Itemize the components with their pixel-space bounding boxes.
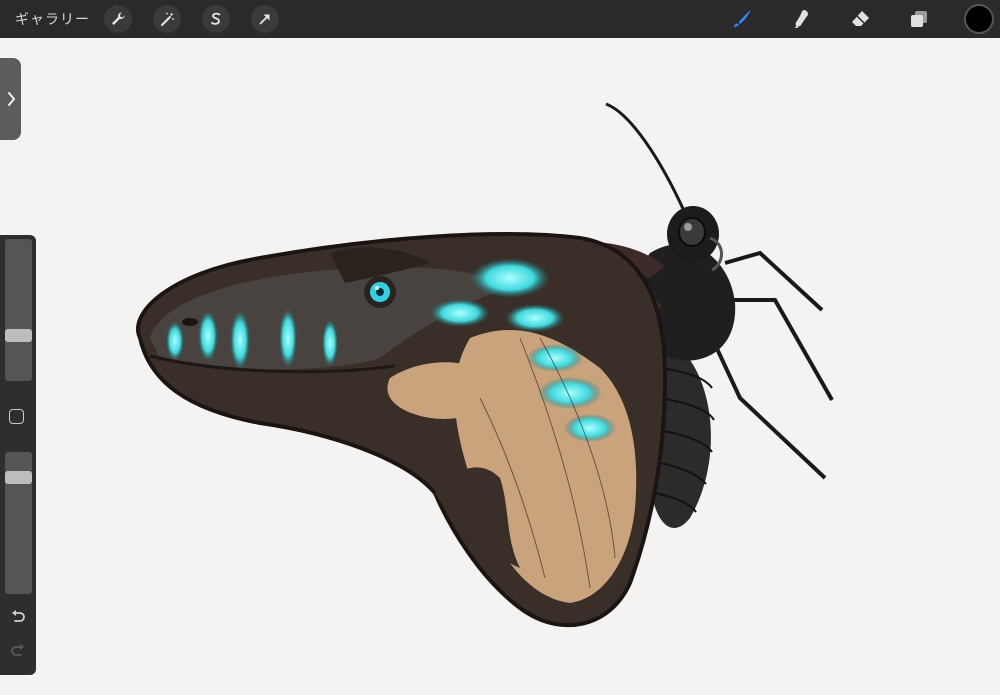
undo-icon <box>12 610 25 622</box>
redo-button[interactable] <box>6 641 30 661</box>
wrench-icon <box>112 12 125 25</box>
redo-icon <box>11 644 24 656</box>
layers-tool-button[interactable] <box>904 4 934 34</box>
transform-arrow-icon <box>259 14 270 25</box>
eraser-icon <box>852 11 869 26</box>
opacity-slider[interactable] <box>5 452 32 594</box>
brush-size-thumb[interactable] <box>5 329 32 343</box>
nostril <box>182 318 198 326</box>
selection-button[interactable] <box>202 5 230 33</box>
brush-size-slider[interactable] <box>5 239 32 381</box>
color-picker-button[interactable] <box>966 6 992 32</box>
adjustments-button[interactable] <box>153 5 181 33</box>
antenna <box>605 102 687 214</box>
eraser-tool-button[interactable] <box>845 4 875 34</box>
opacity-thumb[interactable] <box>5 471 32 485</box>
brush-icon <box>734 10 751 28</box>
left-sidebar <box>0 235 36 675</box>
chevron-right-icon <box>7 92 15 106</box>
drawing-canvas[interactable] <box>0 38 1000 695</box>
transform-button[interactable] <box>251 5 279 33</box>
smudge-icon <box>795 10 808 28</box>
moth-eye <box>678 217 706 247</box>
artwork-moth <box>136 102 834 628</box>
undo-button[interactable] <box>6 607 30 627</box>
magic-wand-icon <box>161 12 174 26</box>
modify-button[interactable] <box>9 409 24 424</box>
top-toolbar: ギャラリー <box>0 0 1000 38</box>
brush-tool-button[interactable] <box>727 4 757 34</box>
moth-leg <box>720 298 834 401</box>
selection-s-icon <box>211 12 221 25</box>
sidebar-expand-tab[interactable] <box>0 58 21 140</box>
gallery-button[interactable]: ギャラリー <box>15 0 90 38</box>
layers-icon <box>911 11 927 27</box>
actions-button[interactable] <box>104 5 132 33</box>
smudge-tool-button[interactable] <box>786 4 816 34</box>
